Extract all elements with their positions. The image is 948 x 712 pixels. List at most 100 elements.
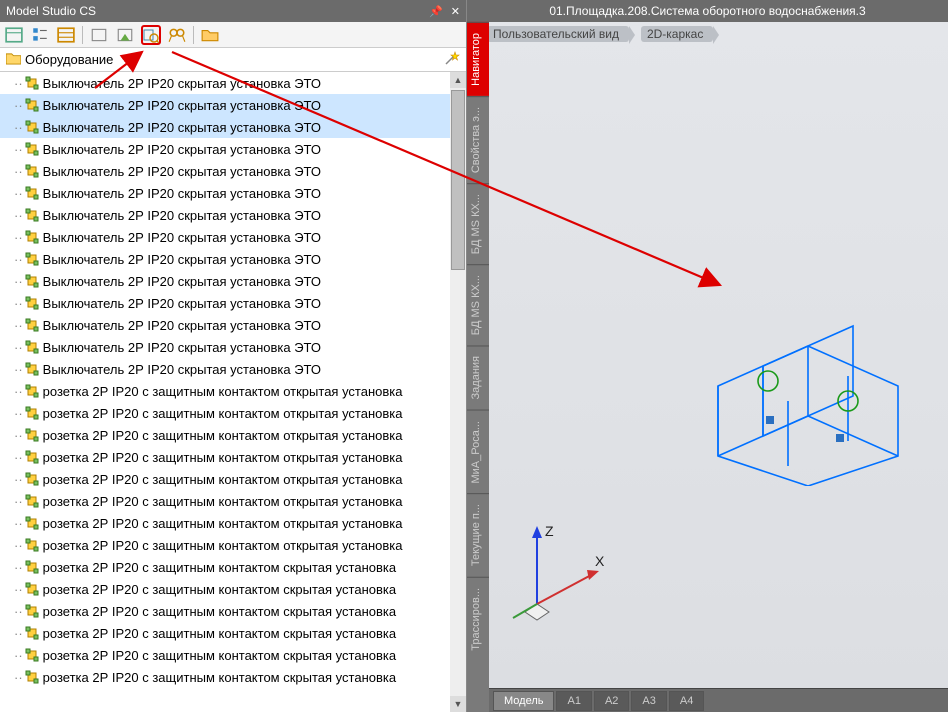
side-tab[interactable]: БД MS КХ... [467,183,489,264]
equipment-icon [25,384,39,398]
tree-item[interactable]: ··розетка 2Р IP20 с защитным контактом о… [0,512,450,534]
tree-dash-icon: ·· [14,318,23,333]
model-3d-icon [688,306,918,486]
equipment-icon [25,362,39,376]
equipment-icon [25,318,39,332]
tree-dash-icon: ·· [14,670,23,685]
tree-item-label: розетка 2Р IP20 с защитным контактом скр… [43,670,396,685]
side-tab[interactable]: Свойства э... [467,96,489,183]
tree-item[interactable]: ··розетка 2Р IP20 с защитным контактом с… [0,622,450,644]
tree-item-label: розетка 2Р IP20 с защитным контактом отк… [43,472,403,487]
folder-icon [6,52,21,68]
tree-item-label: розетка 2Р IP20 с защитным контактом скр… [43,648,396,663]
tab-a2[interactable]: А2 [594,691,629,711]
tree-item[interactable]: ··Выключатель 2Р IP20 скрытая установка … [0,292,450,314]
tree-item[interactable]: ··Выключатель 2Р IP20 скрытая установка … [0,182,450,204]
toolbar-btn-4[interactable] [89,25,109,45]
tree-item-label: Выключатель 2Р IP20 скрытая установка ЭТ… [43,340,321,355]
tree-item-label: Выключатель 2Р IP20 скрытая установка ЭТ… [43,76,321,91]
viewport-canvas[interactable]: Z X [467,46,948,688]
tree-item[interactable]: ·· розетка 2Р IP20 с защитным контактом с… [0,644,450,666]
tree-item[interactable]: ··Выключатель 2Р IP20 скрытая установка … [0,314,450,336]
tree-item[interactable]: ··розетка 2Р IP20 с защитным контактом о… [0,534,450,556]
tree-item[interactable]: ··Выключатель 2Р IP20 скрытая установка … [0,270,450,292]
equipment-icon [25,274,39,288]
tree-item[interactable]: ··Выключатель 2Р IP20 скрытая установка … [0,116,450,138]
tree-item[interactable]: ·· розетка 2Р IP20 с защитным контактом о… [0,490,450,512]
side-tab[interactable]: Текущие п... [467,493,489,576]
tree-item-label: розетка 2Р IP20 с защитным контактом отк… [43,494,403,509]
tag-mode[interactable]: 2D-каркас [641,26,713,42]
tree-item[interactable]: ··Выключатель 2Р IP20 скрытая установка … [0,226,450,248]
scrollbar[interactable]: ▲ ▼ [450,72,466,712]
equipment-icon [25,582,39,596]
tree-item-label: Выключатель 2Р IP20 скрытая установка ЭТ… [43,252,321,267]
side-tab[interactable]: Навигатор [467,22,489,96]
tree-dash-icon: ·· [14,208,23,223]
tree-item[interactable]: ·· розетка 2Р IP20 с защитным контактом с… [0,666,450,688]
toolbar-btn-folder[interactable] [200,25,220,45]
tree-item[interactable]: ··Выключатель 2Р IP20 скрытая установка … [0,358,450,380]
tree-item[interactable]: ··Выключатель 2Р IP20 скрытая установка … [0,248,450,270]
axis-x-label: X [595,553,605,569]
toolbar-btn-2[interactable] [30,25,50,45]
tree-item-label: розетка 2Р IP20 с защитным контактом скр… [43,582,396,597]
tree-item[interactable]: ··розетка 2Р IP20 с защитным контактом с… [0,600,450,622]
side-tab[interactable]: Трассиров... [467,577,489,661]
tree-dash-icon: ·· [14,384,23,399]
side-tab[interactable]: Задания [467,345,489,409]
tree-dash-icon: ·· [14,560,23,575]
tree-item[interactable]: ··розетка 2Р IP20 с защитным контактом о… [0,468,450,490]
view-tags: Пользовательский вид 2D-каркас [467,22,948,46]
toolbar-btn-3[interactable] [56,25,76,45]
side-tab[interactable]: МиА_Роса... [467,410,489,494]
tree-item[interactable]: ··розетка 2Р IP20 с защитным контактом с… [0,578,450,600]
breadcrumb-label[interactable]: Оборудование [25,52,113,67]
close-icon[interactable]: ✕ [451,5,460,18]
tree-item[interactable]: ··розетка 2Р IP20 с защитным контактом с… [0,556,450,578]
tree-item[interactable]: ··розетка 2Р IP20 с защитным контактом о… [0,402,450,424]
scroll-up-icon[interactable]: ▲ [450,72,466,88]
tab-a3[interactable]: А3 [631,691,666,711]
toolbar-btn-find[interactable] [167,25,187,45]
tab-model[interactable]: Модель [493,691,554,711]
tree-item-label: розетка 2Р IP20 с защитным контактом скр… [43,604,396,619]
tree-item-label: Выключатель 2Р IP20 скрытая установка ЭТ… [43,296,321,311]
tree-item[interactable]: ··Выключатель 2Р IP20 скрытая установка … [0,94,450,116]
tree-item[interactable]: ··Выключатель 2Р IP20 скрытая установка … [0,160,450,182]
tag-view[interactable]: Пользовательский вид [487,26,629,42]
tree-item[interactable]: ··розетка 2Р IP20 с защитным контактом о… [0,424,450,446]
layout-tabs: ▦ Модель А1 А2 А3 А4 [467,688,948,712]
tree-item[interactable]: ··Выключатель 2Р IP20 скрытая установка … [0,138,450,160]
equipment-icon [25,560,39,574]
equipment-icon [25,450,39,464]
tree-dash-icon: ·· [14,98,23,113]
scroll-thumb[interactable] [451,90,465,270]
toolbar-btn-5[interactable] [115,25,135,45]
side-tab[interactable]: БД MS КХ... [467,264,489,345]
equipment-tree: ·· Выключатель 2Р IP20 скрытая установка … [0,72,466,712]
tree-dash-icon: ·· [14,648,23,663]
tree-dash-icon: ·· [14,230,23,245]
equipment-icon [25,406,39,420]
tree-dash-icon: ·· [14,450,23,465]
wand-icon[interactable] [444,50,460,69]
tree-item[interactable]: ··Выключатель 2Р IP20 скрытая установка … [0,336,450,358]
toolbar-btn-1[interactable] [4,25,24,45]
scroll-down-icon[interactable]: ▼ [450,696,466,712]
tree-dash-icon: ·· [14,494,23,509]
tree-dash-icon: ·· [14,164,23,179]
tree-item[interactable]: ·· розетка 2Р IP20 с защитным контактом о… [0,380,450,402]
tree-item[interactable]: ··розетка 2Р IP20 с защитным контактом о… [0,446,450,468]
tree-item[interactable]: ··Выключатель 2Р IP20 скрытая установка … [0,204,450,226]
tree-dash-icon: ·· [14,406,23,421]
axes-gizmo[interactable]: Z X [497,518,607,628]
toolbar-btn-insert-model[interactable] [141,25,161,45]
tree-dash-icon: ·· [14,362,23,377]
tree-item-label: розетка 2Р IP20 с защитным контактом отк… [43,384,403,399]
pin-icon[interactable]: 📌 [429,5,443,18]
tab-a4[interactable]: А4 [669,691,704,711]
equipment-icon [25,494,39,508]
tree-item[interactable]: ··Выключатель 2Р IP20 скрытая установка … [0,72,450,94]
tab-a1[interactable]: А1 [556,691,591,711]
